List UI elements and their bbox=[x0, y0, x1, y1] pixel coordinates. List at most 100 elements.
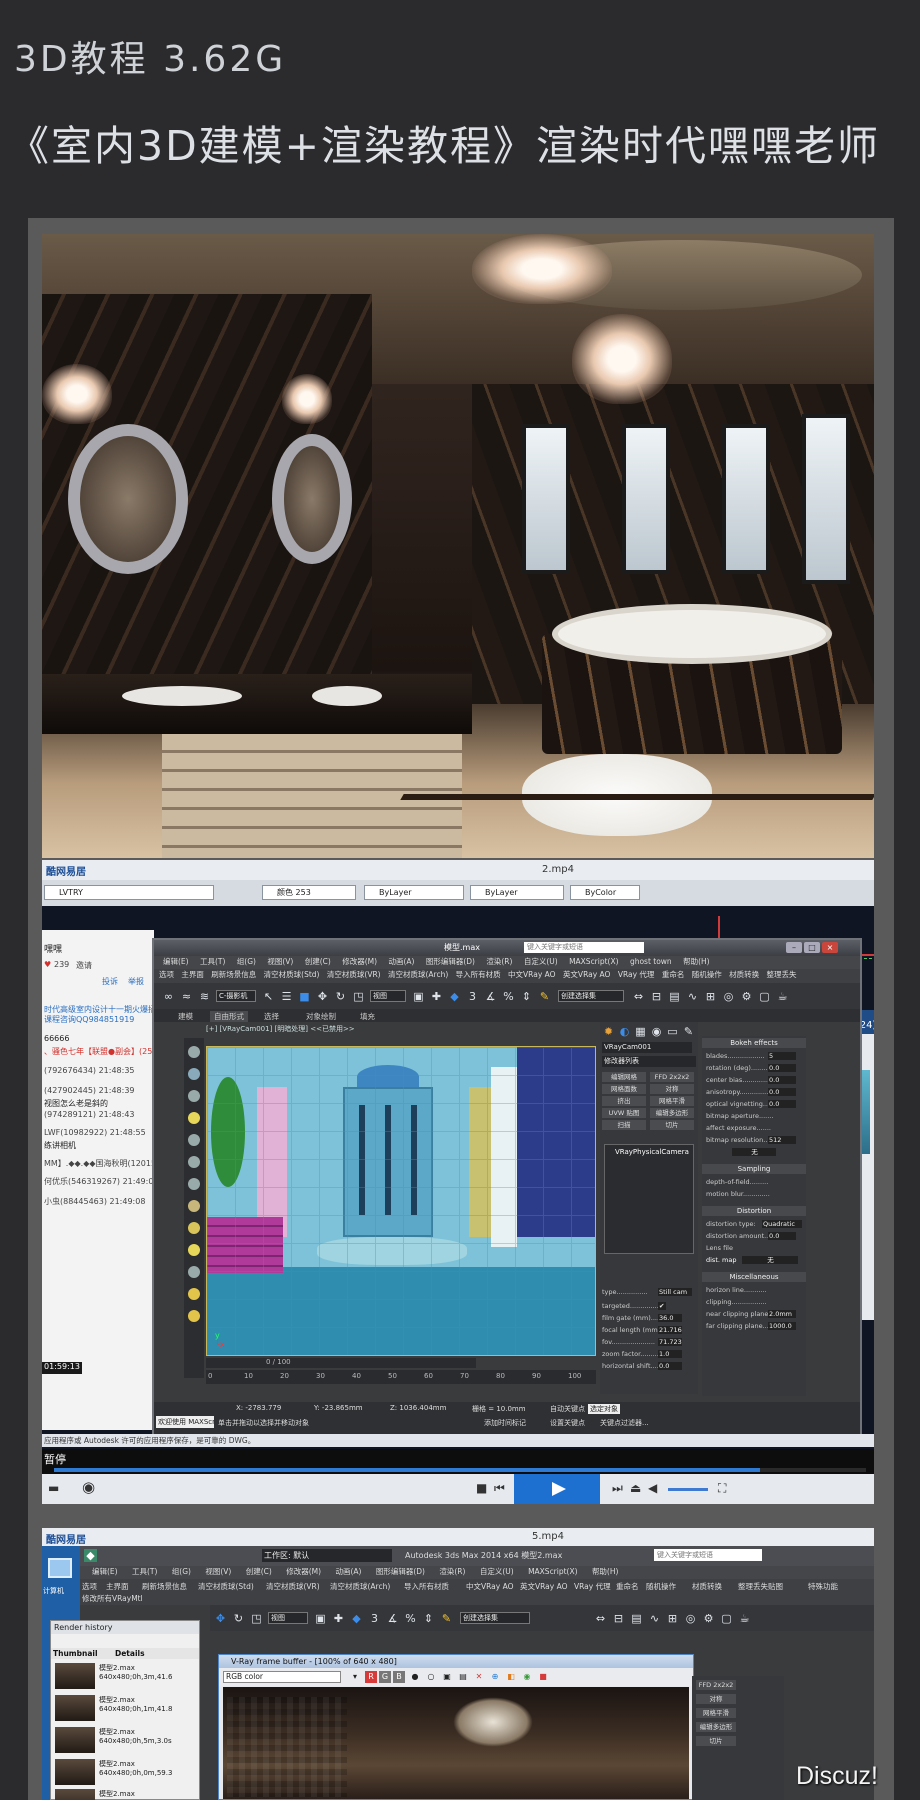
tab-freeform[interactable]: 自由形式 bbox=[210, 1011, 248, 1022]
near-clip-field[interactable]: 2.0mm bbox=[768, 1310, 796, 1318]
ribbon-item[interactable]: 主界面 bbox=[181, 969, 204, 980]
selection-filter-dropdown[interactable]: C-摄影机 bbox=[216, 990, 256, 1002]
stop-render-icon[interactable]: ■ bbox=[537, 1671, 549, 1683]
tool-icon[interactable] bbox=[188, 1266, 200, 1278]
ribbon-item[interactable]: 中文VRay AO bbox=[508, 969, 556, 980]
rollout-misc[interactable]: Miscellaneous bbox=[702, 1272, 806, 1282]
ribbon-item[interactable]: 随机操作 bbox=[692, 969, 722, 980]
utilities-tab-icon[interactable]: ✎ bbox=[682, 1025, 695, 1038]
edit-named-selection-icon[interactable]: ✎ bbox=[440, 1612, 453, 1625]
close-button[interactable]: × bbox=[822, 942, 838, 953]
ribbon-item[interactable]: 整理丢失 bbox=[767, 969, 797, 980]
tab-modeling[interactable]: 建模 bbox=[178, 1011, 193, 1022]
menu-ghost-town[interactable]: ghost town bbox=[630, 957, 672, 966]
light-icon[interactable] bbox=[188, 1112, 200, 1124]
tab-populate[interactable]: 填充 bbox=[360, 1011, 375, 1022]
display-tab-icon[interactable]: ▭ bbox=[666, 1025, 679, 1038]
menu-view[interactable]: 视图(V) bbox=[267, 956, 293, 967]
ribbon-item[interactable]: 特殊功能 bbox=[808, 1581, 838, 1592]
screenshot-icon[interactable]: ▬ bbox=[48, 1481, 59, 1495]
modifier-button[interactable]: 编辑多边形 bbox=[696, 1722, 736, 1732]
bind-icon[interactable]: ≋ bbox=[198, 990, 211, 1003]
modifier-button[interactable]: 编辑网格 bbox=[602, 1072, 646, 1082]
angle-snap-icon[interactable]: ∡ bbox=[386, 1612, 399, 1625]
camera-viewport[interactable]: y └x bbox=[206, 1046, 596, 1356]
ribbon-item[interactable]: 整理丢失贴图 bbox=[738, 1581, 783, 1592]
move-icon[interactable]: ✥ bbox=[316, 990, 329, 1003]
select-by-name-icon[interactable]: ☰ bbox=[280, 990, 293, 1003]
key-mode-icon[interactable]: ◆ bbox=[448, 990, 461, 1003]
targeted-checkbox[interactable]: ✔ bbox=[658, 1302, 666, 1310]
spinner-snap-icon[interactable]: ⇕ bbox=[520, 990, 533, 1003]
ribbon-item[interactable]: 刷新场景信息 bbox=[142, 1581, 187, 1592]
modifier-button[interactable]: FFD 2x2x2 bbox=[650, 1072, 694, 1082]
snap-icon[interactable]: 3 bbox=[368, 1612, 381, 1625]
modifier-button[interactable]: FFD 2x2x2 bbox=[696, 1680, 736, 1690]
curve-editor-icon[interactable]: ∿ bbox=[686, 990, 699, 1003]
render-history-item[interactable]: 模型2.max 640x480;0h,3m,41.6 bbox=[53, 1661, 197, 1691]
link-icon[interactable]: ∞ bbox=[162, 990, 175, 1003]
focal-length-field[interactable]: 21.716 bbox=[658, 1326, 682, 1334]
menu-customize[interactable]: 自定义(U) bbox=[480, 1566, 514, 1577]
next-icon[interactable]: ⏭ bbox=[612, 1481, 623, 1496]
ribbon-item[interactable]: 清空材质球(Arch) bbox=[330, 1581, 390, 1592]
snap-icon[interactable]: 3 bbox=[466, 990, 479, 1003]
ribbon-item[interactable]: 选项 bbox=[159, 969, 174, 980]
menu-group[interactable]: 组(G) bbox=[172, 1566, 191, 1577]
green-channel-button[interactable]: G bbox=[379, 1671, 391, 1683]
menu-modifiers[interactable]: 修改器(M) bbox=[286, 1566, 321, 1577]
ribbon-item[interactable]: 修改所有VRayMtl bbox=[82, 1593, 143, 1604]
vfb-render-preview[interactable] bbox=[223, 1687, 689, 1799]
menu-maxscript[interactable]: MAXScript(X) bbox=[528, 1567, 577, 1576]
tool-icon[interactable] bbox=[188, 1200, 200, 1212]
bitmap-resolution-field[interactable]: 512 bbox=[768, 1136, 796, 1144]
render-history-item[interactable]: 模型2.max 640x480;0h,0m,59.3 bbox=[53, 1757, 197, 1787]
menu-help[interactable]: 帮助(H) bbox=[683, 956, 710, 967]
menu-rendering[interactable]: 渲染(R) bbox=[486, 956, 512, 967]
key-filters-button[interactable]: 关键点过滤器... bbox=[600, 1418, 649, 1428]
bitmap-slot-button[interactable]: 无 bbox=[732, 1148, 776, 1156]
menu-view[interactable]: 视图(V) bbox=[205, 1566, 231, 1577]
distortion-type-dropdown[interactable]: Quadratic bbox=[762, 1220, 802, 1228]
z-coordinate-field[interactable]: Z: 1036.404mm bbox=[390, 1404, 446, 1412]
tool-icon[interactable] bbox=[188, 1134, 200, 1146]
time-slider[interactable]: 0 / 100 bbox=[206, 1358, 476, 1368]
play-button[interactable] bbox=[514, 1474, 600, 1504]
help-search-input[interactable]: 键入关键字或短语 bbox=[654, 1549, 762, 1561]
render-history-item[interactable]: 模型2.max 640x480;0h,1m,41.8 bbox=[53, 1693, 197, 1723]
curve-editor-icon[interactable]: ∿ bbox=[648, 1612, 661, 1625]
maxscript-listener[interactable]: 欢迎使用 MAXScript bbox=[156, 1416, 214, 1428]
tool-icon[interactable] bbox=[188, 1046, 200, 1058]
create-tab-icon[interactable]: ✹ bbox=[602, 1025, 615, 1038]
material-editor-icon[interactable]: ◎ bbox=[684, 1612, 697, 1625]
rendered-frame-icon[interactable]: ▢ bbox=[758, 990, 771, 1003]
eye-icon[interactable]: ◉ bbox=[82, 1478, 95, 1496]
eject-icon[interactable]: ⏏ bbox=[630, 1481, 641, 1495]
modifier-stack[interactable]: VRayPhysicalCamera bbox=[604, 1144, 694, 1254]
tool-icon[interactable] bbox=[188, 1156, 200, 1168]
ribbon-item[interactable]: 随机操作 bbox=[646, 1581, 676, 1592]
modifier-list-dropdown[interactable]: 修改器列表 bbox=[602, 1056, 696, 1067]
ribbon-item[interactable]: 导入所有材质 bbox=[404, 1581, 449, 1592]
color-dropdown[interactable]: 颜色 253 bbox=[262, 885, 356, 900]
viewport-label[interactable]: [+] [VRayCam001] [明暗处理] <<已禁用>> bbox=[206, 1024, 355, 1034]
complaint-link[interactable]: 投诉 bbox=[102, 976, 118, 987]
unlink-icon[interactable]: ≈ bbox=[180, 990, 193, 1003]
manipulate-icon[interactable]: ✚ bbox=[430, 990, 443, 1003]
rotate-icon[interactable]: ↻ bbox=[232, 1612, 245, 1625]
ribbon-item[interactable]: 清空材质球(Arch) bbox=[388, 969, 448, 980]
red-channel-button[interactable]: R bbox=[365, 1671, 377, 1683]
rollout-bokeh[interactable]: Bokeh effects bbox=[702, 1038, 806, 1048]
rollout-distortion[interactable]: Distortion bbox=[702, 1206, 806, 1216]
ribbon-item[interactable]: 材质转换 bbox=[729, 969, 759, 980]
key-selection-dropdown[interactable]: 选定对象 bbox=[588, 1404, 620, 1414]
stack-item[interactable]: VRayPhysicalCamera bbox=[615, 1148, 689, 1156]
menu-create[interactable]: 创建(C) bbox=[305, 956, 331, 967]
modifier-button[interactable]: 对称 bbox=[650, 1084, 694, 1094]
render-setup-icon[interactable]: ⚙ bbox=[740, 990, 753, 1003]
ribbon-item[interactable]: 主界面 bbox=[106, 1581, 129, 1592]
percent-snap-icon[interactable]: % bbox=[404, 1612, 417, 1625]
film-gate-field[interactable]: 36.0 bbox=[658, 1314, 682, 1322]
layer-manager-icon[interactable]: ▤ bbox=[668, 990, 681, 1003]
save-image-icon[interactable]: ▣ bbox=[441, 1671, 453, 1683]
